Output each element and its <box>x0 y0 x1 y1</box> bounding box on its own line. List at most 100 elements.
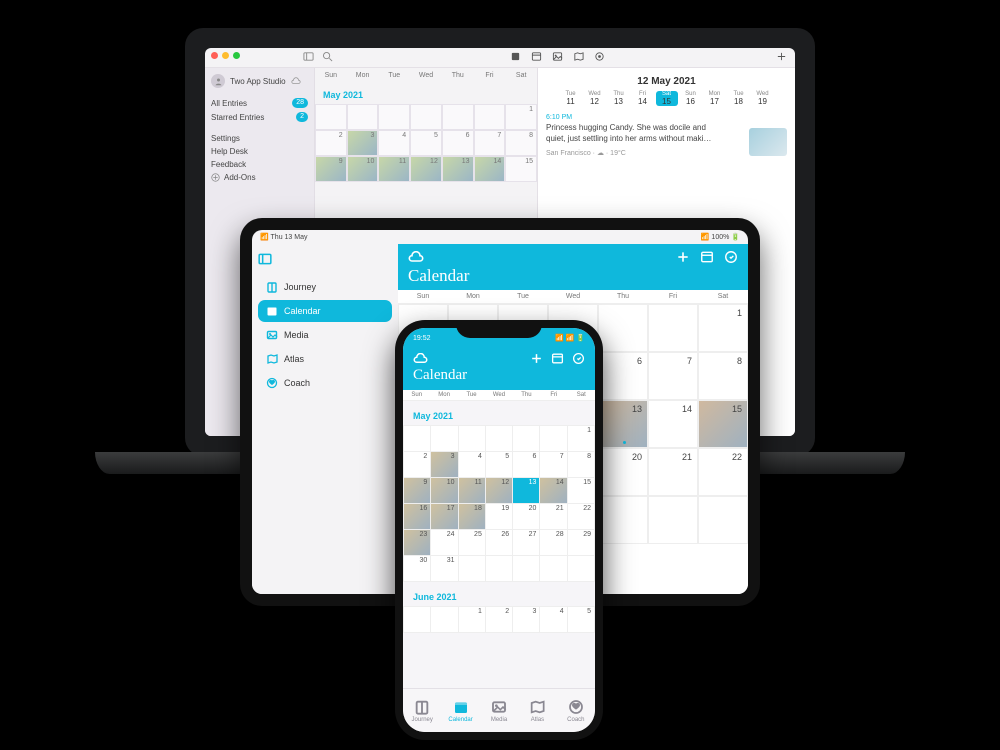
day-cell[interactable]: 13 <box>442 156 474 182</box>
day-cell[interactable] <box>459 426 486 452</box>
day-cell[interactable]: 22 <box>568 504 595 530</box>
sidebar-item-coach[interactable]: Coach <box>258 372 392 394</box>
day-cell[interactable] <box>347 104 379 130</box>
day-cell[interactable]: 11 <box>378 156 410 182</box>
day-cell[interactable]: 2 <box>315 130 347 156</box>
week-day[interactable]: Fri14 <box>632 91 654 106</box>
day-cell[interactable] <box>598 496 648 544</box>
day-cell[interactable]: 9 <box>404 478 431 504</box>
day-cell[interactable] <box>540 426 567 452</box>
day-cell[interactable]: 5 <box>568 607 595 633</box>
day-cell[interactable]: 13 <box>598 400 648 448</box>
day-cell[interactable]: 6 <box>513 452 540 478</box>
iphone-tabbar[interactable]: JourneyCalendarMediaAtlasCoach <box>403 688 595 732</box>
day-cell[interactable] <box>698 496 748 544</box>
day-cell[interactable]: 2 <box>404 452 431 478</box>
day-cell[interactable] <box>513 426 540 452</box>
day-cell[interactable]: 1 <box>505 104 537 130</box>
tab-journey[interactable]: Journey <box>403 689 441 732</box>
sidebar-item-media[interactable]: Media <box>258 324 392 346</box>
week-day[interactable]: Sat15 <box>656 91 678 106</box>
day-cell[interactable]: 15 <box>698 400 748 448</box>
day-cell[interactable]: 21 <box>540 504 567 530</box>
tab-atlas[interactable]: Atlas <box>518 689 556 732</box>
day-cell[interactable]: 19 <box>486 504 513 530</box>
sidebar-item-all-entries[interactable]: All Entries 28 <box>211 96 308 110</box>
week-day[interactable]: Wed12 <box>584 91 606 106</box>
sidebar-item-help[interactable]: Help Desk <box>211 145 308 158</box>
journey-view-icon[interactable] <box>510 51 521 62</box>
day-cell[interactable] <box>431 426 458 452</box>
today-icon[interactable] <box>700 250 714 264</box>
day-cell[interactable]: 8 <box>505 130 537 156</box>
day-cell[interactable] <box>378 104 410 130</box>
day-cell[interactable]: 8 <box>698 352 748 400</box>
day-cell[interactable]: 21 <box>648 448 698 496</box>
day-cell[interactable] <box>486 556 513 582</box>
week-strip[interactable]: Tue11Wed12Thu13Fri14Sat15Sun16Mon17Tue18… <box>538 91 795 106</box>
sidebar-item-addons[interactable]: Add-Ons <box>211 171 308 184</box>
sidebar-item-settings[interactable]: Settings <box>211 132 308 145</box>
add-entry-icon[interactable] <box>530 352 543 365</box>
day-cell[interactable]: 6 <box>598 352 648 400</box>
sidebar-item-calendar[interactable]: Calendar <box>258 300 392 322</box>
sidebar-item-journey[interactable]: Journey <box>258 276 392 298</box>
add-entry-icon[interactable] <box>776 51 787 62</box>
day-cell[interactable]: 18 <box>459 504 486 530</box>
sidebar-collapse-icon[interactable] <box>258 252 272 266</box>
day-cell[interactable] <box>513 556 540 582</box>
day-cell[interactable]: 5 <box>486 452 513 478</box>
day-cell[interactable]: 4 <box>378 130 410 156</box>
week-day[interactable]: Wed19 <box>752 91 774 106</box>
day-cell[interactable]: 24 <box>431 530 458 556</box>
day-cell[interactable] <box>648 496 698 544</box>
day-cell[interactable]: 14 <box>540 478 567 504</box>
month-grid[interactable]: 123456789101112131415 <box>315 104 537 182</box>
day-cell[interactable]: 3 <box>431 452 458 478</box>
day-cell[interactable] <box>540 556 567 582</box>
day-cell[interactable]: 25 <box>459 530 486 556</box>
day-cell[interactable]: 16 <box>404 504 431 530</box>
week-day[interactable]: Tue18 <box>728 91 750 106</box>
day-cell[interactable]: 23 <box>404 530 431 556</box>
day-cell[interactable] <box>459 556 486 582</box>
day-cell[interactable]: 14 <box>474 156 506 182</box>
week-day[interactable]: Tue11 <box>560 91 582 106</box>
day-cell[interactable]: 8 <box>568 452 595 478</box>
day-cell[interactable]: 9 <box>315 156 347 182</box>
day-cell[interactable]: 12 <box>410 156 442 182</box>
search-icon[interactable] <box>322 51 333 62</box>
tab-calendar[interactable]: Calendar <box>441 689 479 732</box>
sidebar-toggle-icon[interactable] <box>303 51 314 62</box>
day-cell[interactable]: 5 <box>410 130 442 156</box>
settings-icon[interactable] <box>572 352 585 365</box>
day-cell[interactable]: 1 <box>568 426 595 452</box>
day-cell[interactable]: 12 <box>486 478 513 504</box>
day-cell[interactable] <box>315 104 347 130</box>
day-cell[interactable]: 3 <box>513 607 540 633</box>
iphone-scroll[interactable]: May 2021 1234567891011121314151617181920… <box>403 401 595 701</box>
day-cell[interactable] <box>648 304 698 352</box>
day-cell[interactable]: 7 <box>474 130 506 156</box>
calendar-view-icon[interactable] <box>531 51 542 62</box>
week-day[interactable]: Thu13 <box>608 91 630 106</box>
cloud-icon[interactable] <box>408 251 424 263</box>
sidebar-item-starred[interactable]: Starred Entries 2 <box>211 110 308 124</box>
day-cell[interactable] <box>486 426 513 452</box>
day-cell[interactable] <box>431 607 458 633</box>
day-cell[interactable]: 30 <box>404 556 431 582</box>
day-cell[interactable] <box>598 304 648 352</box>
day-cell[interactable] <box>404 426 431 452</box>
day-cell[interactable]: 3 <box>347 130 379 156</box>
media-view-icon[interactable] <box>552 51 563 62</box>
day-cell[interactable]: 27 <box>513 530 540 556</box>
day-cell[interactable]: 10 <box>347 156 379 182</box>
day-cell[interactable]: 11 <box>459 478 486 504</box>
day-cell[interactable] <box>410 104 442 130</box>
month-grid-may[interactable]: 1234567891011121314151617181920212223242… <box>403 425 595 582</box>
today-icon[interactable] <box>551 352 564 365</box>
day-cell[interactable]: 1 <box>459 607 486 633</box>
day-cell[interactable]: 20 <box>513 504 540 530</box>
day-cell[interactable]: 15 <box>568 478 595 504</box>
day-cell[interactable]: 4 <box>459 452 486 478</box>
